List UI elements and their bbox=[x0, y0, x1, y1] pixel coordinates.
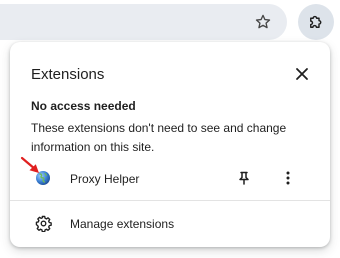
extensions-popup: Extensions No access needed These extens… bbox=[10, 42, 330, 247]
divider bbox=[10, 200, 330, 201]
popup-title: Extensions bbox=[31, 66, 105, 83]
section-description: These extensions don't need to see and c… bbox=[31, 121, 287, 154]
pin-extension-button[interactable] bbox=[232, 166, 256, 190]
address-bar[interactable] bbox=[0, 4, 287, 40]
star-outline-icon bbox=[255, 14, 271, 29]
close-button[interactable] bbox=[290, 62, 314, 86]
browser-toolbar bbox=[0, 0, 340, 44]
extension-name: Proxy Helper bbox=[70, 172, 140, 186]
section-heading: No access needed bbox=[31, 99, 136, 113]
manage-extensions-label: Manage extensions bbox=[70, 217, 175, 231]
close-icon bbox=[296, 68, 308, 80]
pin-icon bbox=[239, 171, 249, 185]
more-vertical-icon bbox=[286, 171, 290, 185]
manage-extensions-button[interactable]: Manage extensions bbox=[10, 212, 330, 236]
bookmark-star-button[interactable] bbox=[250, 9, 276, 35]
annotation-arrow bbox=[20, 156, 39, 173]
more-actions-button[interactable] bbox=[276, 166, 300, 190]
extensions-button[interactable] bbox=[298, 4, 334, 40]
puzzle-piece-icon bbox=[310, 15, 322, 28]
extension-row-proxy-helper[interactable]: Proxy Helper bbox=[10, 166, 330, 192]
gear-icon bbox=[35, 215, 52, 232]
